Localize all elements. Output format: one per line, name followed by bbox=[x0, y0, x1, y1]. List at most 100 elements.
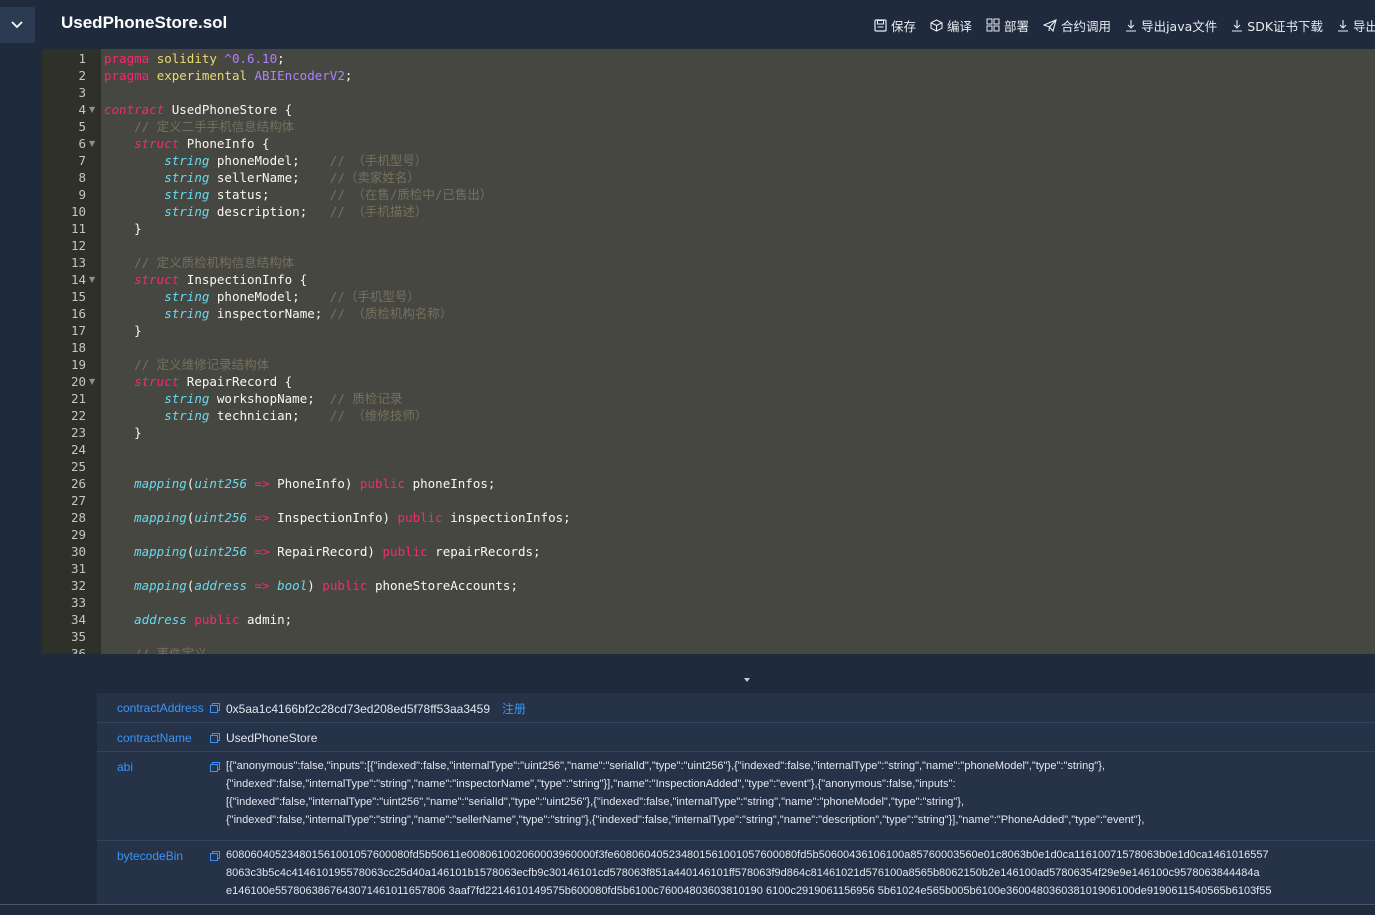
line-number: 14 bbox=[70, 272, 86, 287]
toolbar: 保存 编译 部署 合约调用 导出java文件 SDK证书下载 导出 bbox=[874, 16, 1375, 34]
code-token: public bbox=[397, 510, 451, 525]
fold-toggle-icon[interactable]: ▼ bbox=[89, 271, 97, 288]
code-token: string bbox=[164, 204, 217, 219]
code-token: ABIEncoderV2 bbox=[254, 68, 345, 83]
code-line: struct InspectionInfo { bbox=[104, 271, 307, 288]
compile-label: 编译 bbox=[947, 18, 973, 34]
code-token: RepairRecord) bbox=[277, 544, 383, 559]
line-number: 19 bbox=[70, 357, 86, 372]
code-token: technician; bbox=[216, 408, 330, 423]
bytecode-key: bytecodeBin bbox=[117, 849, 184, 863]
register-link[interactable]: 注册 bbox=[502, 702, 526, 716]
code-token: InspectionInfo) bbox=[277, 510, 398, 525]
line-number: 2 bbox=[78, 68, 86, 83]
code-token: string bbox=[164, 391, 217, 406]
send-icon bbox=[1043, 18, 1057, 32]
save-button[interactable]: 保存 bbox=[874, 16, 916, 34]
compile-button[interactable]: 编译 bbox=[930, 16, 972, 34]
code-token: => bbox=[254, 578, 278, 593]
code-token: phoneModel; bbox=[216, 153, 330, 168]
line-number: 34 bbox=[70, 612, 86, 627]
export-java-label: 导出java文件 bbox=[1141, 18, 1218, 34]
save-icon bbox=[874, 18, 887, 32]
code-line: contract UsedPhoneStore { bbox=[104, 101, 292, 118]
fold-toggle-icon[interactable]: ▼ bbox=[89, 135, 97, 152]
line-number: 26 bbox=[70, 476, 86, 491]
top-bar: UsedPhoneStore.sol 保存 编译 部署 合约调用 导出java文… bbox=[0, 0, 1375, 48]
code-line: string sellerName; //（卖家姓名） bbox=[104, 169, 420, 186]
collapse-sidebar-button[interactable] bbox=[0, 7, 35, 43]
code-token: // （手机型号） bbox=[329, 153, 428, 168]
code-token: struct bbox=[134, 272, 187, 287]
sdk-cert-download-label: SDK证书下载 bbox=[1247, 18, 1324, 34]
line-number: 13 bbox=[70, 255, 86, 270]
line-number: 7 bbox=[78, 153, 86, 168]
contract-call-label: 合约调用 bbox=[1061, 18, 1112, 34]
abi-key: abi bbox=[117, 760, 134, 774]
code-line: string status; // （在售/质检中/已售出） bbox=[104, 186, 492, 203]
line-number: 31 bbox=[70, 561, 86, 576]
code-token: sellerName; bbox=[216, 170, 330, 185]
code-token: //（手机型号） bbox=[329, 289, 420, 304]
code-token: inspectionInfos; bbox=[450, 510, 571, 525]
export-button[interactable]: 导出 bbox=[1337, 16, 1375, 34]
line-number: 17 bbox=[70, 323, 86, 338]
code-line: } bbox=[104, 322, 142, 339]
code-token: mapping bbox=[134, 510, 187, 525]
code-token: inspectorName; bbox=[216, 306, 330, 321]
export-java-button[interactable]: 导出java文件 bbox=[1125, 16, 1217, 34]
code-token: address bbox=[134, 612, 195, 627]
code-token: pragma bbox=[104, 68, 157, 83]
code-line: string description; // （手机描述） bbox=[104, 203, 427, 220]
line-number: 22 bbox=[70, 408, 86, 423]
contract-call-button[interactable]: 合约调用 bbox=[1043, 16, 1111, 34]
line-number: 11 bbox=[70, 221, 86, 236]
code-token: // （维修技师） bbox=[329, 408, 428, 423]
code-token: // （质检机构名称） bbox=[329, 306, 453, 321]
copy-icon[interactable] bbox=[210, 703, 220, 713]
line-number: 9 bbox=[78, 187, 86, 202]
line-number: 5 bbox=[78, 119, 86, 134]
code-token: string bbox=[164, 187, 217, 202]
fold-toggle-icon[interactable]: ▼ bbox=[89, 373, 97, 390]
export-label: 导出 bbox=[1353, 18, 1375, 34]
bottom-scrollbar[interactable] bbox=[0, 904, 1375, 915]
line-number: 8 bbox=[78, 170, 86, 185]
code-line: pragma experimental ABIEncoderV2; bbox=[104, 67, 352, 84]
copy-icon[interactable] bbox=[210, 851, 220, 861]
line-number: 36 bbox=[70, 646, 86, 654]
copy-icon[interactable] bbox=[210, 762, 220, 772]
code-token: // （手机描述） bbox=[329, 204, 428, 219]
code-token: ^0.6.10 bbox=[224, 51, 278, 66]
code-line: address public admin; bbox=[104, 611, 292, 628]
code-token: string bbox=[164, 408, 217, 423]
code-line: string technician; // （维修技师） bbox=[104, 407, 427, 424]
line-number: 1 bbox=[78, 51, 86, 66]
code-token: description; bbox=[216, 204, 330, 219]
code-token: repairRecords; bbox=[435, 544, 541, 559]
code-editor[interactable]: 1 2 3 4 ▼ 5 6 ▼ 7 8 9 10 11 12 13 14 ▼ 15 16 17 18 19 20 ▼ 21 22 2… bbox=[42, 49, 1375, 654]
abi-line: {"indexed":false,"internalType":"string"… bbox=[226, 814, 1145, 826]
code-line: } bbox=[104, 424, 142, 441]
contract-address-value: 0x5aa1c4166bf2c28cd73ed208ed5f78ff53aa34… bbox=[226, 700, 526, 718]
fold-toggle-icon[interactable]: ▼ bbox=[89, 101, 97, 118]
bytecode-line: e146100e5578063867643071461011657806 3aa… bbox=[226, 885, 1272, 897]
deploy-button[interactable]: 部署 bbox=[986, 16, 1029, 34]
sdk-cert-download-button[interactable]: SDK证书下载 bbox=[1231, 16, 1323, 34]
code-token: string bbox=[164, 306, 217, 321]
copy-icon[interactable] bbox=[210, 733, 220, 743]
code-area[interactable]: pragma solidity ^0.6.10; pragma experimen… bbox=[101, 49, 1375, 654]
bytecode-line: 608060405234801561001057600080fd5b50611e… bbox=[226, 849, 1269, 861]
code-token: experimental bbox=[156, 68, 255, 83]
code-line: string workshopName; // 质检记录 bbox=[104, 390, 402, 407]
panel-splitter[interactable] bbox=[42, 654, 1375, 696]
